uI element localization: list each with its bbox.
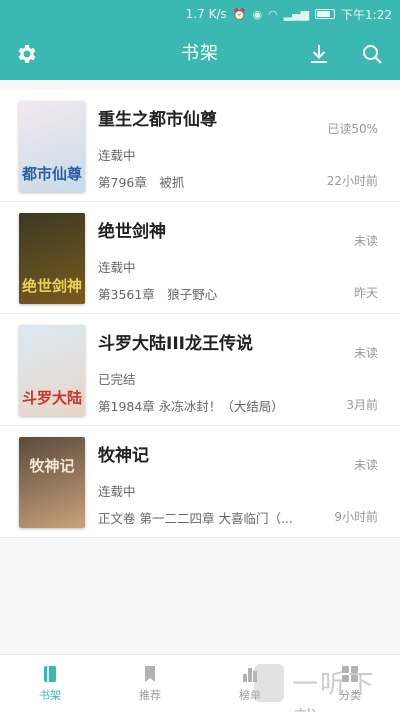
book-list: 都市仙尊 重生之都市仙尊 已读50% 连载中 第796章 被抓 22小时前 绝世…: [0, 90, 400, 538]
book-title: 绝世剑神: [98, 222, 166, 242]
page-title: 书架: [181, 43, 219, 64]
cover-caption: 都市仙尊: [21, 165, 82, 183]
read-progress: 未读: [353, 234, 378, 248]
update-time: 3月前: [346, 398, 378, 412]
download-button[interactable]: [305, 40, 333, 68]
bottom-nav: 书架 推荐 榜单 分类: [0, 654, 400, 712]
network-speed: 1.7 K/s: [185, 7, 227, 21]
download-icon: [311, 45, 327, 63]
read-progress: 未读: [353, 458, 378, 472]
nav-item-recommend[interactable]: 推荐: [100, 655, 200, 712]
nav-label: 榜单: [239, 688, 261, 702]
nav-item-bookshelf[interactable]: 书架: [0, 655, 100, 712]
book-item[interactable]: 斗罗大陆 斗罗大陆III龙王传说 未读 已完结 第1984章 永冻冰封！（大结局…: [0, 314, 400, 426]
latest-chapter: 正文卷 第一二二四章 大喜临门（...: [98, 511, 293, 526]
book-item[interactable]: 牧神记 牧神记 未读 连载中 正文卷 第一二二四章 大喜临门（... 9小时前: [0, 426, 400, 538]
nav-item-ranking[interactable]: 榜单: [200, 655, 300, 712]
book-cover: 都市仙尊: [19, 101, 85, 192]
latest-chapter: 第3561章 狼子野心: [98, 287, 218, 302]
eye-icon: ◉: [252, 7, 263, 21]
book-title: 斗罗大陆III龙王传说: [98, 334, 253, 354]
update-time: 昨天: [353, 286, 378, 300]
update-time: 9小时前: [334, 510, 378, 524]
signal-icon: ▂▄▆: [283, 7, 310, 21]
nav-item-category[interactable]: 分类: [300, 655, 400, 712]
book-cover: 牧神记: [19, 437, 85, 528]
app-bar: 书架: [0, 28, 400, 80]
book-title: 重生之都市仙尊: [98, 110, 217, 130]
book-item[interactable]: 绝世剑神 绝世剑神 未读 连载中 第3561章 狼子野心 昨天: [0, 202, 400, 314]
nav-label: 推荐: [139, 688, 161, 702]
nav-label: 分类: [339, 688, 361, 702]
search-button[interactable]: [358, 40, 386, 68]
cover-caption: 斗罗大陆: [21, 389, 82, 407]
category-icon: [342, 665, 358, 682]
nav-label: 书架: [39, 688, 61, 702]
book-cover: 斗罗大陆: [19, 325, 85, 416]
book-status: 连载中: [98, 484, 136, 499]
alarm-icon: ⏰: [232, 7, 247, 21]
read-progress: 已读50%: [327, 122, 378, 136]
cover-caption: 绝世剑神: [21, 277, 82, 295]
search-icon: [363, 45, 382, 64]
read-progress: 未读: [353, 346, 378, 360]
cover-caption: 牧神记: [29, 457, 75, 475]
ranking-icon: [243, 667, 257, 682]
book-cover: 绝世剑神: [19, 213, 85, 304]
book-status: 连载中: [98, 148, 136, 163]
bookmark-icon: [145, 665, 155, 682]
clock: 下午1:22: [341, 7, 392, 22]
bookshelf-icon: [44, 665, 56, 682]
latest-chapter: 第1984章 永冻冰封！（大结局）: [98, 399, 284, 414]
update-time: 22小时前: [326, 174, 378, 188]
book-item[interactable]: 都市仙尊 重生之都市仙尊 已读50% 连载中 第796章 被抓 22小时前: [0, 90, 400, 202]
wifi-icon: ◠: [268, 7, 278, 21]
status-bar: 1.7 K/s ⏰ ◉ ◠ ▂▄▆ 下午1:22: [0, 0, 400, 28]
book-status: 已完结: [98, 372, 136, 387]
book-title: 牧神记: [98, 446, 149, 466]
battery-icon: [315, 9, 336, 19]
book-status: 连载中: [98, 260, 136, 275]
latest-chapter: 第796章 被抓: [98, 175, 185, 190]
